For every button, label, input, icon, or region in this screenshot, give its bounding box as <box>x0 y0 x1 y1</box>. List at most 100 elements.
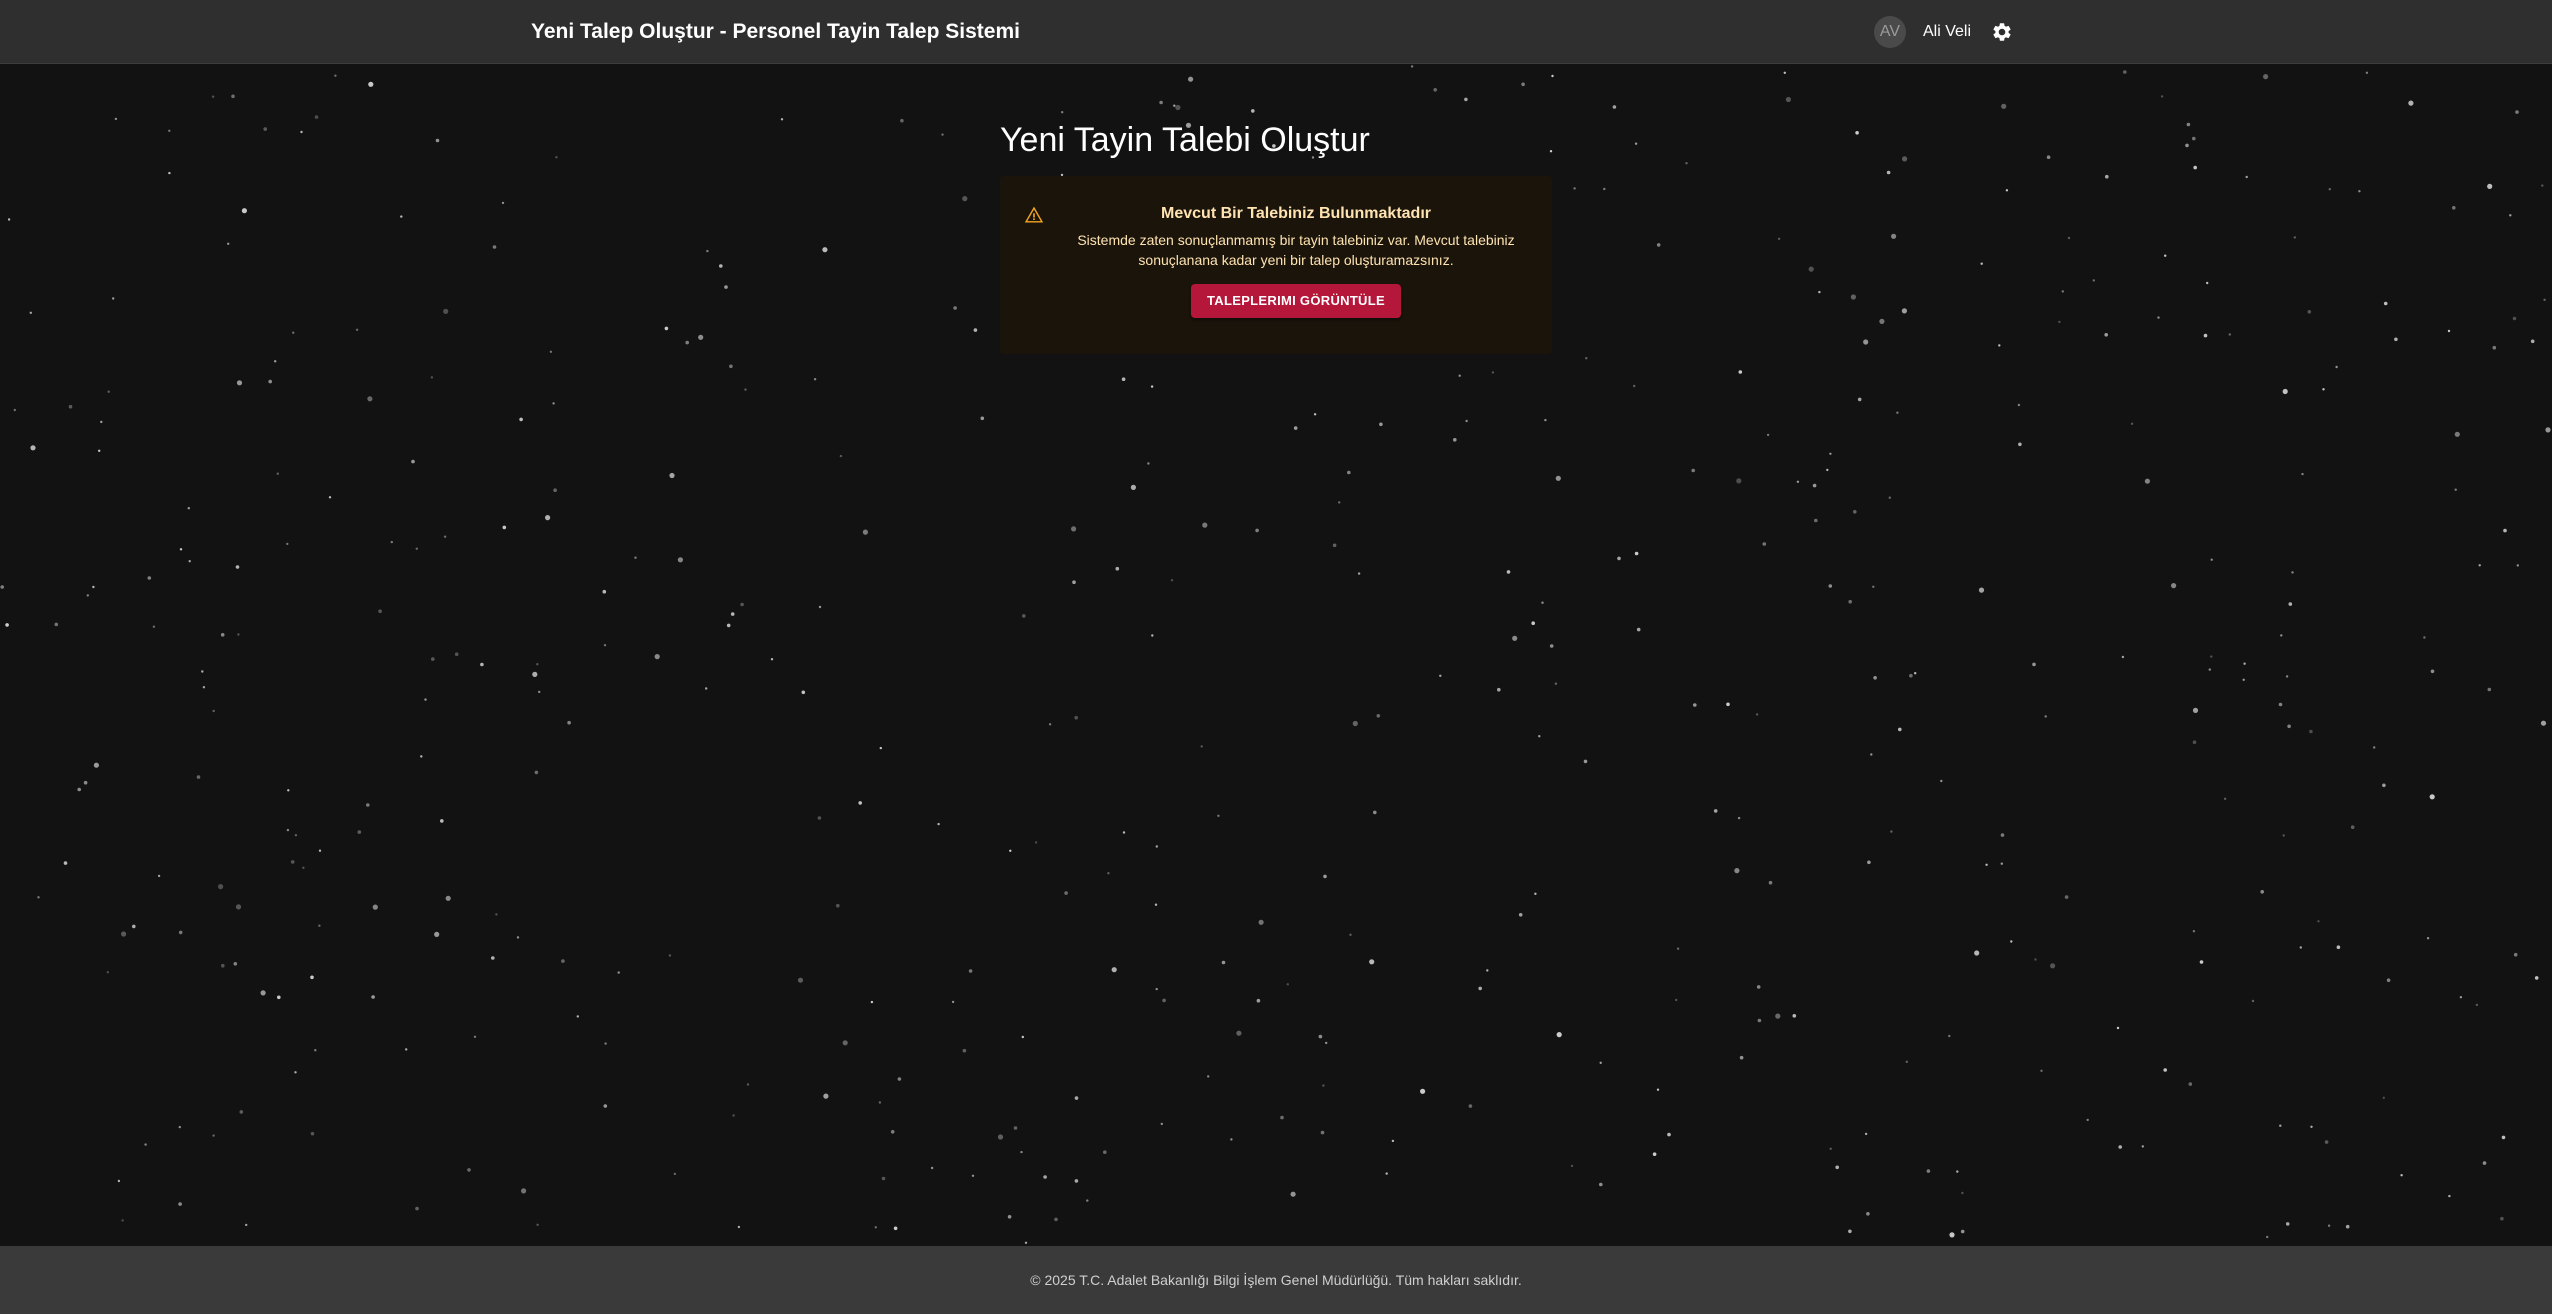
star-dot <box>480 662 484 667</box>
star-dot <box>746 1083 750 1086</box>
star-dot <box>1738 370 1743 374</box>
star-dot <box>1855 131 1859 135</box>
star-dot <box>962 196 968 202</box>
star-dot <box>1217 814 1220 817</box>
star-dot <box>236 380 243 386</box>
settings-button[interactable] <box>1990 20 2014 44</box>
star-dot <box>2534 976 2539 980</box>
star-dot <box>740 602 744 607</box>
star-dot <box>1736 478 1742 484</box>
star-dot <box>86 594 90 597</box>
star-dot <box>2064 895 2069 899</box>
star-dot <box>2408 100 2414 106</box>
star-dot <box>1940 779 1943 783</box>
star-dot <box>2040 1069 2043 1073</box>
view-my-requests-button[interactable]: TALEPLERIMI GÖRÜNTÜLE <box>1191 284 1401 318</box>
star-dot <box>218 884 224 890</box>
star-dot <box>1853 510 1857 514</box>
star-dot <box>2322 388 2325 391</box>
star-dot <box>2509 214 2512 217</box>
star-dot <box>2400 1174 2403 1177</box>
star-dot <box>92 585 95 589</box>
star-dot <box>1905 1060 1909 1064</box>
star-dot <box>2185 143 2189 148</box>
star-dot <box>2459 996 2463 999</box>
star-dot <box>1290 1191 1296 1197</box>
app-title: Yeni Talep Oluştur - Personel Tayin Tale… <box>531 20 1020 43</box>
star-dot <box>2543 298 2546 301</box>
star-dot <box>1376 714 1381 718</box>
app-root: Yeni Talep Oluştur - Personel Tayin Tale… <box>0 0 2552 1314</box>
star-dot <box>2530 339 2535 344</box>
star-dot <box>2263 74 2269 80</box>
star-dot <box>431 657 435 661</box>
star-dot <box>1978 587 1985 593</box>
star-dot <box>467 1168 471 1172</box>
star-dot <box>1902 156 1908 162</box>
star-dot <box>842 1040 848 1046</box>
star-dot <box>2541 184 2544 187</box>
star-dot <box>1147 462 1150 465</box>
star-dot <box>2000 833 2005 837</box>
star-dot <box>168 171 171 175</box>
star-dot <box>2426 937 2430 940</box>
star-dot <box>797 977 804 983</box>
star-dot <box>881 1176 886 1181</box>
star-dot <box>1652 1152 1657 1156</box>
star-dot <box>1961 1191 1964 1195</box>
star-dot <box>1349 933 1352 936</box>
star-dot <box>178 1202 182 1206</box>
star-dot <box>2454 488 2457 491</box>
star-dot <box>1612 105 1617 109</box>
star-dot <box>2192 707 2199 714</box>
star-dot <box>168 129 171 132</box>
star-dot <box>705 687 708 690</box>
star-dot <box>2266 1235 2269 1239</box>
star-dot <box>1325 1041 1328 1045</box>
star-dot <box>178 1125 181 1129</box>
star-dot <box>2492 345 2497 350</box>
star-dot <box>2001 103 2007 109</box>
star-dot <box>2280 634 2283 637</box>
star-dot <box>576 1015 579 1018</box>
star-dot <box>245 1223 248 1227</box>
star-dot <box>997 1134 1004 1140</box>
star-dot <box>1048 723 1052 726</box>
star-dot <box>1313 413 1317 416</box>
star-dot <box>1162 998 1166 1003</box>
star-dot <box>2487 183 2493 189</box>
star-dot <box>2478 564 2481 567</box>
star-dot <box>2210 655 2213 658</box>
star-dot <box>314 115 319 119</box>
star-dot <box>2160 95 2164 98</box>
star-dot <box>1074 1179 1079 1183</box>
star-dot <box>1293 426 1298 430</box>
star-dot <box>1891 233 1897 239</box>
star-dot <box>1775 1013 1781 1019</box>
star-dot <box>1691 468 1695 473</box>
star-dot <box>1873 676 1877 680</box>
star-dot <box>536 663 539 666</box>
avatar[interactable]: AV <box>1874 16 1906 48</box>
star-dot <box>1656 243 1661 247</box>
star-dot <box>2285 675 2289 678</box>
star-dot <box>1898 727 1902 732</box>
star-dot <box>870 1000 874 1004</box>
star-dot <box>818 605 822 609</box>
star-dot <box>1491 371 1495 374</box>
star-dot <box>669 472 675 479</box>
star-dot <box>1074 1096 1079 1100</box>
star-dot <box>415 547 418 550</box>
star-dot <box>2050 963 2056 969</box>
star-dot <box>1948 1034 1951 1038</box>
star-dot <box>617 971 620 974</box>
star-dot <box>2260 890 2264 894</box>
star-dot <box>1812 483 1817 488</box>
star-dot <box>836 903 840 908</box>
star-dot <box>1549 644 1554 648</box>
star-dot <box>603 644 607 647</box>
star-dot <box>897 1077 902 1081</box>
star-dot <box>2104 333 2108 337</box>
star-dot <box>2394 337 2398 342</box>
star-dot <box>1054 1217 1058 1222</box>
